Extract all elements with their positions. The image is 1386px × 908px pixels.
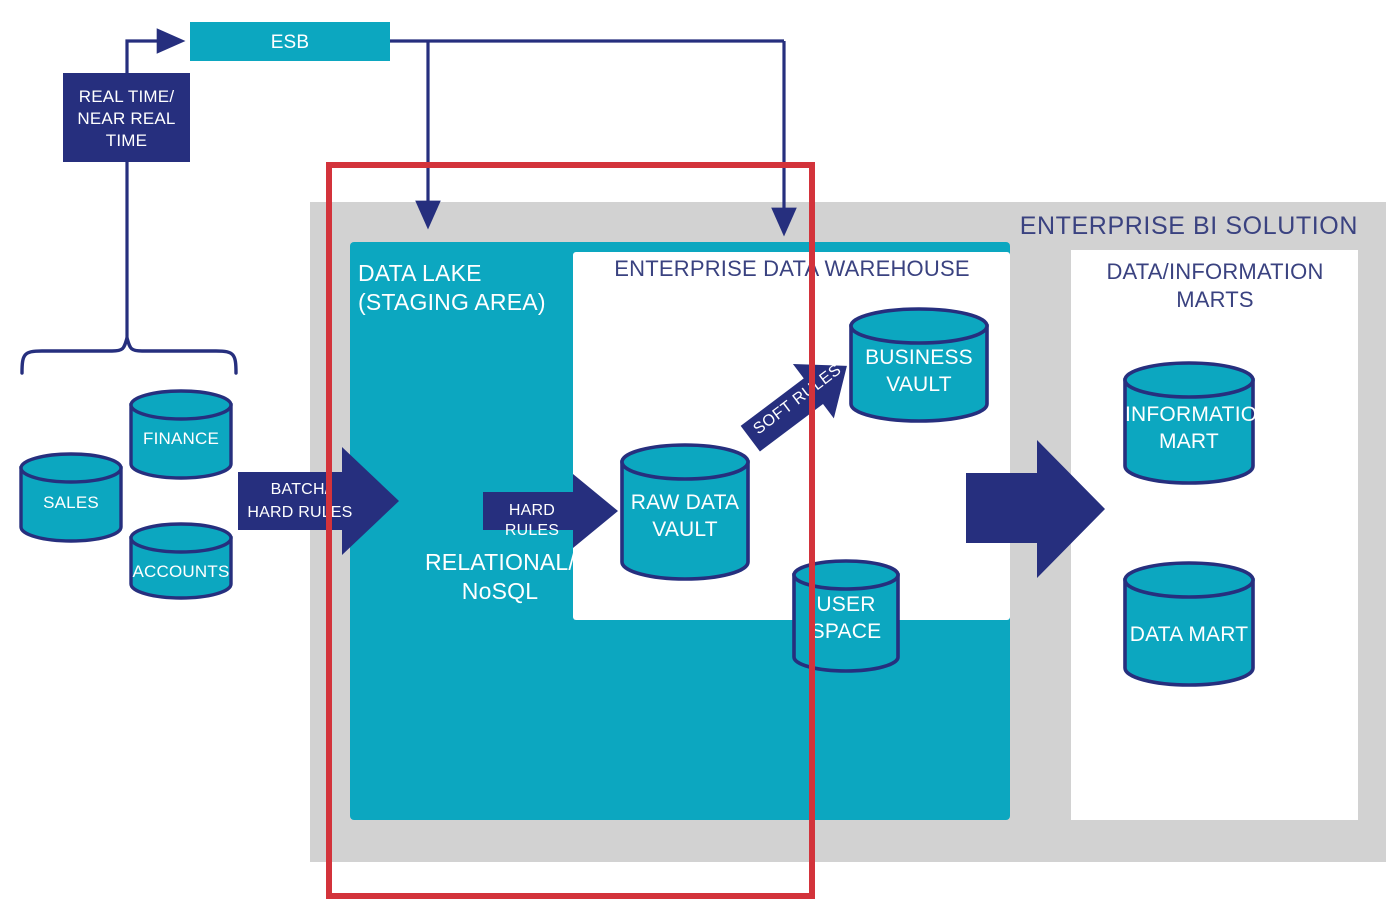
cylinder-label-data-mart: DATA MART	[1129, 623, 1249, 646]
connector-realtime-to-esb	[125, 28, 186, 73]
bi-solution-title: ENTERPRISE BI SOLUTION	[1019, 212, 1358, 240]
cylinder-label-accounts: ACCOUNTS	[132, 562, 230, 581]
realtime-box[interactable]: REAL TIME/ NEAR REAL TIME	[63, 73, 190, 162]
diagram-canvas: ESB REAL TIME/ NEAR REAL TIME SALES FINA…	[0, 0, 1386, 908]
esb-box[interactable]: ESB	[190, 22, 390, 61]
cylinder-label-sales: SALES	[43, 493, 99, 512]
sources-brace	[20, 332, 238, 375]
cylinder-label-business-vault: BUSINESS VAULT	[865, 346, 973, 396]
esb-label: ESB	[270, 32, 310, 53]
marts-title: DATA/INFORMATION MARTS	[1106, 259, 1324, 313]
cylinder-label-information-mart: INFORMATION MART	[1125, 403, 1273, 453]
realtime-label: REAL TIME/ NEAR REAL TIME	[77, 87, 176, 150]
marts-panel	[1071, 250, 1358, 820]
red-scope-frame	[326, 162, 815, 899]
cylinder-label-finance: FINANCE	[142, 429, 220, 448]
